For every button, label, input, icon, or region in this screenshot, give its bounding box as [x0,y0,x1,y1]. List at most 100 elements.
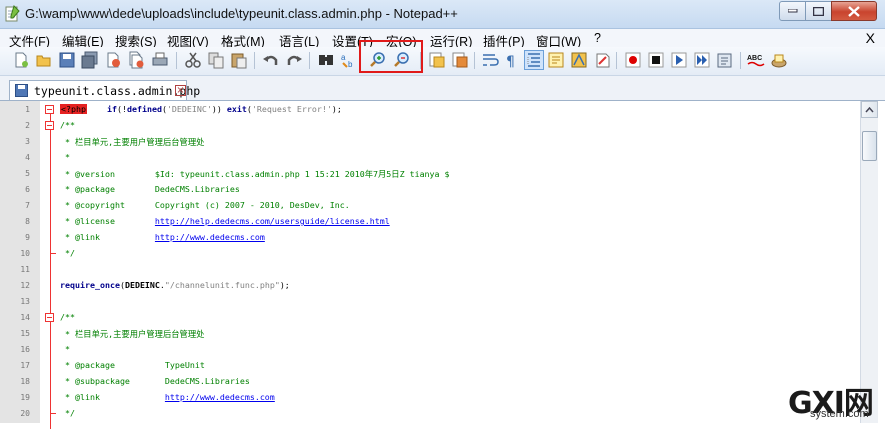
print-icon[interactable] [151,51,169,69]
code-line[interactable]: 16 * [0,341,860,357]
save-icon[interactable] [58,51,76,69]
scroll-up-button[interactable] [861,101,878,118]
scroll-thumb[interactable] [862,131,877,161]
code-line[interactable]: 2 /** [0,117,860,133]
open-file-icon[interactable] [35,51,53,69]
doc-map-icon[interactable] [570,51,588,69]
line-number: 3 [25,137,30,146]
close-all-icon[interactable] [127,51,145,69]
minimize-button[interactable] [779,1,806,21]
code-token[interactable]: http://www.dedecms.com [155,232,265,242]
user-language-icon[interactable] [547,51,565,69]
code-line[interactable]: 14 /** [0,309,860,325]
code-line[interactable]: 11 [0,261,860,277]
code-line[interactable]: 3 * 栏目单元,主要用户管理后台管理处 [0,133,860,149]
code-line[interactable]: 9 * @link http://www.dedecms.com [0,229,860,245]
close-document-button[interactable]: X [866,30,875,46]
line-number: 9 [25,233,30,242]
code-token[interactable]: http://www.dedecms.com [165,392,275,402]
line-number: 5 [25,169,30,178]
toolbar: ab ¶ ABC [0,47,885,76]
code-line[interactable]: 19 * @link http://www.dedecms.com [0,389,860,405]
plugin-icon[interactable] [770,51,788,69]
code-token: <?php [60,104,87,114]
code-token: * @link [60,232,155,242]
code-text: * @package TypeUnit [60,360,205,370]
menu-help[interactable]: ? [594,31,601,45]
code-line[interactable]: 5 * @version $Id: typeunit.class.admin.p… [0,165,860,181]
find-icon[interactable] [317,51,335,69]
copy-icon[interactable] [207,51,225,69]
save-macro-icon[interactable] [716,51,734,69]
stop-macro-icon[interactable] [647,51,665,69]
record-macro-icon[interactable] [624,51,642,69]
new-file-icon[interactable] [12,51,30,69]
svg-text:a: a [341,53,346,62]
code-text: * @package DedeCMS.Libraries [60,184,240,194]
chevron-up-icon [865,106,874,113]
code-line[interactable]: 7 * @copyright Copyright (c) 2007 - 2010… [0,197,860,213]
code-line[interactable]: 10 */ [0,245,860,261]
function-list-icon[interactable] [594,51,612,69]
code-line[interactable]: 12 require_once(DEDEINC."/channelunit.fun… [0,277,860,293]
code-text: * @link http://www.dedecms.com [60,232,265,242]
svg-text:ABC: ABC [747,55,762,62]
code-line[interactable]: 8 * @license http://help.dedecms.com/use… [0,213,860,229]
code-line[interactable]: 13 [0,293,860,309]
code-token: "/channelunit.func.php" [164,280,280,290]
redo-icon[interactable] [285,51,303,69]
maximize-button[interactable] [805,1,832,21]
line-number: 12 [20,281,30,290]
code-token: /** [60,312,75,322]
code-line[interactable]: 18 * @subpackage DedeCMS.Libraries [0,373,860,389]
word-wrap-icon[interactable] [481,51,499,69]
cut-icon[interactable] [184,51,202,69]
code-line[interactable]: 4 * [0,149,860,165]
save-all-icon[interactable] [81,51,99,69]
code-text: * @license http://help.dedecms.com/users… [60,216,390,226]
tab-typeunit-class-admin[interactable]: typeunit.class.admin.php × [9,80,200,100]
replace-icon[interactable]: ab [340,51,358,69]
sync-vertical-icon[interactable] [428,51,446,69]
undo-icon[interactable] [262,51,280,69]
line-number: 1 [25,105,30,114]
code-text: /** [60,312,75,322]
close-file-icon[interactable] [104,51,122,69]
menu-bar: 文件(F) 编辑(E) 搜索(S) 视图(V) 格式(M) 语言(L) 设置(T… [0,29,885,49]
line-number: 17 [20,361,30,370]
code-token: */ [60,248,75,258]
line-number: 10 [20,249,30,258]
indent-guide-icon[interactable] [524,50,544,70]
show-all-chars-icon[interactable]: ¶ [502,51,520,69]
toolbar-separator [616,52,617,69]
code-line[interactable]: 17 * @package TypeUnit [0,357,860,373]
line-number: 8 [25,217,30,226]
code-text: * @link http://www.dedecms.com [60,392,275,402]
code-token: if [106,104,117,114]
code-token: * 栏目单元,主要用户管理后台管理处 [60,329,205,339]
code-token: * @copyright Copyright (c) 2007 - 2010, … [60,200,350,210]
line-number: 20 [20,409,30,418]
toolbar-separator [254,52,255,69]
play-multiple-macro-icon[interactable] [693,51,711,69]
code-token: 'DEDEINC' [166,104,212,114]
code-line[interactable]: 20 */ [0,405,860,421]
sync-horizontal-icon[interactable] [451,51,469,69]
code-text: * @copyright Copyright (c) 2007 - 2010, … [60,200,350,210]
code-line[interactable]: 1 <?php if(!defined('DEDEINC')) exit('Req… [0,101,860,117]
tab-close-icon[interactable]: × [175,85,186,96]
code-text: * 栏目单元,主要用户管理后台管理处 [60,136,204,148]
close-window-button[interactable] [831,1,877,21]
paste-icon[interactable] [230,51,248,69]
spell-check-icon[interactable]: ABC [747,51,765,69]
code-line[interactable]: 6 * @package DedeCMS.Libraries [0,181,860,197]
svg-text:b: b [348,60,353,69]
play-macro-icon[interactable] [670,51,688,69]
window-title: G:\wamp\www\dede\uploads\include\typeuni… [25,6,458,21]
code-token[interactable]: http://help.dedecms.com/usersguide/licen… [155,216,390,226]
code-editor[interactable]: 1 <?php if(!defined('DEDEINC')) exit('Req… [0,101,885,429]
vertical-scrollbar[interactable] [860,101,878,423]
code-text: * [60,344,70,354]
code-line[interactable]: 15 * 栏目单元,主要用户管理后台管理处 [0,325,860,341]
code-token: DEDEINC [124,280,160,290]
